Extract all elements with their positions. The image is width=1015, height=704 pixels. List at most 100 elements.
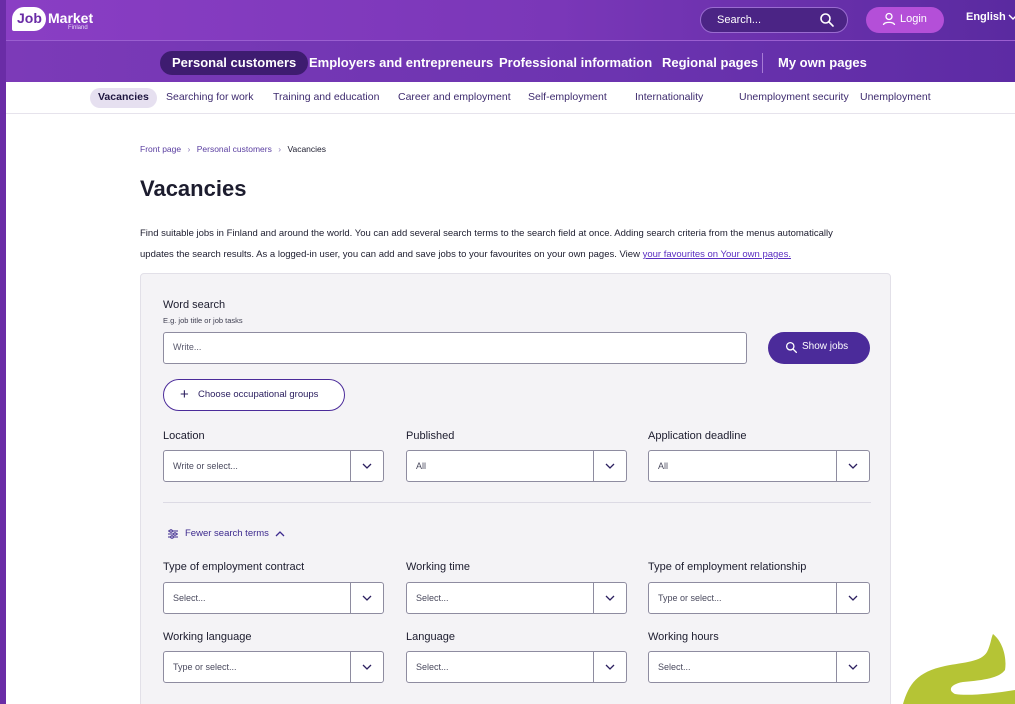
chevron-down-icon [605, 595, 615, 601]
select-divider [350, 451, 351, 481]
chevron-down-icon [848, 595, 858, 601]
contract-type-label: Type of employment contract [163, 561, 305, 573]
chevron-down-icon [605, 463, 615, 469]
working-hours-select[interactable]: Select... [648, 651, 870, 683]
working-time-select[interactable]: Select... [406, 582, 627, 614]
main-nav-my-own-pages[interactable]: My own pages [766, 51, 879, 75]
header-search-label: Search... [717, 14, 762, 26]
login-button[interactable]: Login [866, 7, 944, 33]
search-icon [820, 13, 834, 27]
working-time-value: Select... [416, 593, 449, 603]
sub-nav-unemployment[interactable]: Unemployment [852, 88, 939, 108]
favourites-link[interactable]: your favourites on Your own pages. [643, 249, 791, 260]
fewer-search-terms-toggle[interactable]: Fewer search terms [167, 528, 285, 539]
chevron-down-icon [848, 664, 858, 670]
breadcrumb-current: Vacancies [287, 144, 327, 154]
working-language-value: Type or select... [173, 662, 237, 672]
published-value: All [416, 461, 427, 471]
working-language-label: Working language [163, 631, 252, 643]
relationship-type-select[interactable]: Type or select... [648, 582, 870, 614]
sub-nav-vacancies[interactable]: Vacancies [90, 88, 157, 108]
intro-line-1: Find suitable jobs in Finland and around… [140, 228, 833, 239]
main-nav-professional-information[interactable]: Professional information [487, 51, 664, 75]
word-search-hint: E.g. job title or job tasks [163, 316, 243, 325]
chevron-down-icon [848, 463, 858, 469]
page-title: Vacancies [140, 176, 247, 201]
plus-icon: + [180, 386, 189, 403]
user-icon [882, 12, 896, 26]
breadcrumb-separator-icon: › [187, 144, 191, 154]
contract-type-value: Select... [173, 593, 206, 603]
application-deadline-select[interactable]: All [648, 450, 870, 482]
search-panel: Word search E.g. job title or job tasks … [140, 273, 891, 704]
language-value: Select... [416, 662, 449, 672]
main-nav-regional-pages[interactable]: Regional pages [650, 51, 770, 75]
intro-text: Find suitable jobs in Finland and around… [140, 223, 900, 265]
select-divider [836, 583, 837, 613]
word-search-input[interactable]: Write... [163, 332, 747, 364]
language-label: Language [406, 631, 455, 643]
breadcrumb-personal-customers[interactable]: Personal customers [197, 144, 272, 154]
language-select[interactable]: Select... [406, 651, 627, 683]
working-language-select[interactable]: Type or select... [163, 651, 384, 683]
published-select[interactable]: All [406, 450, 627, 482]
select-divider [593, 583, 594, 613]
main-nav-employers[interactable]: Employers and entrepreneurs [297, 51, 505, 75]
chevron-down-icon [605, 664, 615, 670]
location-label: Location [163, 430, 205, 442]
application-deadline-label: Application deadline [648, 430, 747, 442]
choose-occupational-groups-label: Choose occupational groups [198, 389, 319, 400]
chevron-down-icon [362, 463, 372, 469]
sub-nav-career-and-employment[interactable]: Career and employment [390, 88, 519, 108]
intro-line-2: updates the search results. As a logged-… [140, 249, 643, 260]
breadcrumb-separator-icon: › [278, 144, 282, 154]
decorative-swoosh-icon [903, 634, 1015, 704]
jobmarket-logo[interactable]: Job Market Finland [12, 7, 94, 33]
sub-nav-unemployment-security[interactable]: Unemployment security [731, 88, 857, 108]
contract-type-select[interactable]: Select... [163, 582, 384, 614]
show-jobs-button[interactable]: Show jobs [768, 332, 870, 364]
window-frame-edge [0, 0, 6, 704]
select-divider [836, 451, 837, 481]
search-icon [785, 341, 798, 354]
location-select[interactable]: Write or select... [163, 450, 384, 482]
relationship-type-value: Type or select... [658, 593, 722, 603]
breadcrumb: Front page › Personal customers › Vacanc… [140, 144, 326, 154]
application-deadline-value: All [658, 461, 669, 471]
chevron-down-icon [362, 595, 372, 601]
language-selector[interactable]: English [966, 11, 1015, 23]
language-label: English [966, 11, 1006, 23]
logo-country-text: Finland [68, 25, 88, 31]
header-search-button[interactable]: Search... [700, 7, 848, 33]
filter-settings-icon [168, 529, 178, 539]
select-divider [350, 652, 351, 682]
fewer-search-terms-label: Fewer search terms [185, 528, 269, 539]
panel-divider [163, 502, 871, 503]
sub-nav-self-employment[interactable]: Self-employment [520, 88, 615, 108]
login-label: Login [900, 13, 927, 25]
select-divider [593, 451, 594, 481]
word-search-placeholder: Write... [173, 342, 202, 352]
show-jobs-label: Show jobs [802, 341, 849, 352]
sub-nav-internationality[interactable]: Internationality [627, 88, 711, 108]
published-label: Published [406, 430, 455, 442]
main-nav-personal-customers[interactable]: Personal customers [160, 51, 309, 75]
relationship-type-label: Type of employment relationship [648, 561, 807, 573]
working-hours-value: Select... [658, 662, 691, 672]
select-divider [350, 583, 351, 613]
sub-navigation: Vacancies Searching for work Training an… [0, 82, 1015, 114]
word-search-label: Word search [163, 299, 226, 311]
sub-nav-training-and-education[interactable]: Training and education [265, 88, 387, 108]
working-time-label: Working time [406, 561, 470, 573]
chevron-up-icon [275, 531, 285, 537]
chevron-down-icon [1008, 14, 1015, 20]
breadcrumb-front-page[interactable]: Front page [140, 144, 181, 154]
working-hours-label: Working hours [648, 631, 719, 643]
main-navigation: Personal customers Employers and entrepr… [0, 40, 1015, 82]
top-bar: Job Market Finland Search... Login Engli… [0, 0, 1015, 40]
sub-nav-searching-for-work[interactable]: Searching for work [158, 88, 262, 108]
location-value: Write or select... [173, 461, 238, 471]
select-divider [593, 652, 594, 682]
choose-occupational-groups-button[interactable]: + Choose occupational groups [163, 379, 345, 411]
main-nav-divider [762, 53, 763, 73]
